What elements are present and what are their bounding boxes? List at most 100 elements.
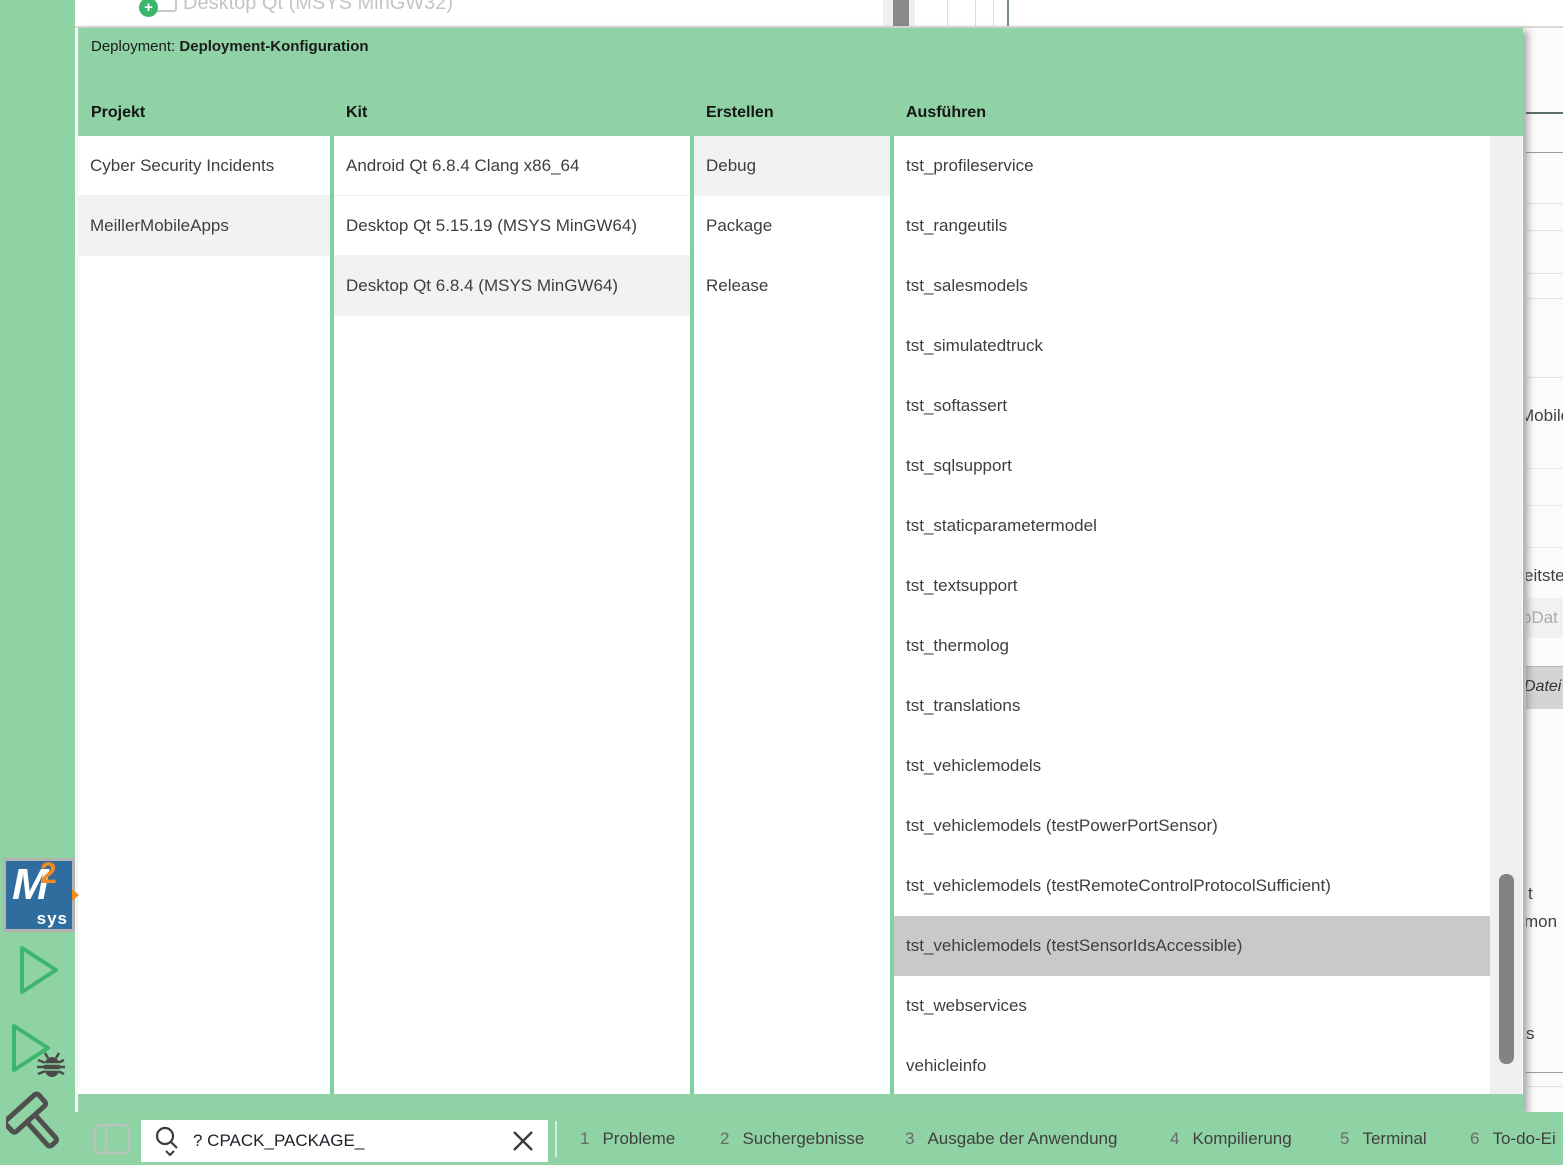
bottom-toolbar: ? CPACK_PACKAGE_ 1 Probleme 2 Suchergebn… bbox=[75, 1112, 1563, 1165]
pane-number: 1 bbox=[580, 1129, 589, 1149]
output-panel-toggle-button[interactable] bbox=[93, 1123, 131, 1160]
pane-number: 2 bbox=[720, 1129, 729, 1149]
logo-arrow-icon bbox=[72, 889, 79, 901]
pane-label: Ausgabe der Anwendung bbox=[927, 1129, 1117, 1149]
output-pane-button-suchergebnisse[interactable]: 2 Suchergebnisse bbox=[720, 1112, 864, 1165]
debug-run-button[interactable] bbox=[0, 1020, 75, 1086]
col-header-erstellen: Erstellen bbox=[706, 104, 774, 122]
m2sys-logo[interactable]: M 2 sys bbox=[3, 858, 75, 932]
pane-label: Kompilierung bbox=[1192, 1129, 1291, 1149]
runconfig-item[interactable]: vehicleinfo bbox=[894, 1036, 1490, 1094]
divider bbox=[975, 0, 976, 26]
kit-column: Android Qt 6.8.4 Clang x86_64 Desktop Qt… bbox=[334, 136, 690, 1094]
divider bbox=[1526, 273, 1563, 274]
pane-number: 6 bbox=[1470, 1129, 1479, 1149]
projekt-column: Cyber Security Incidents MeillerMobileAp… bbox=[78, 136, 330, 1094]
divider bbox=[947, 0, 948, 26]
run-button[interactable] bbox=[0, 940, 75, 1000]
output-pane-button-terminal[interactable]: 5 Terminal bbox=[1340, 1112, 1427, 1165]
runconfig-item[interactable]: tst_salesmodels bbox=[894, 256, 1490, 316]
run-list-scrollbar-thumb[interactable] bbox=[1499, 874, 1514, 1064]
mode-sidebar: M 2 sys bbox=[0, 0, 75, 1165]
runconfig-item[interactable]: tst_vehiclemodels bbox=[894, 736, 1490, 796]
output-pane-button-ausgabe[interactable]: 3 Ausgabe der Anwendung bbox=[905, 1112, 1117, 1165]
projekt-item[interactable]: Cyber Security Incidents bbox=[78, 136, 330, 196]
search-icon[interactable] bbox=[153, 1125, 183, 1157]
erstellen-column: Debug Package Release bbox=[694, 136, 890, 1094]
background-text-fragment: Mobile bbox=[1526, 406, 1563, 426]
output-pane-button-probleme[interactable]: 1 Probleme bbox=[580, 1112, 675, 1165]
background-text-fragment: mon bbox=[1526, 912, 1557, 932]
background-text-fragment: t bbox=[1528, 884, 1533, 904]
logo-two: 2 bbox=[40, 859, 57, 889]
deployment-kit-selector-popup: Deployment: Deployment-Konfiguration Pro… bbox=[78, 27, 1523, 1112]
popup-title: Deployment: Deployment-Konfiguration bbox=[91, 38, 369, 55]
divider bbox=[1526, 298, 1563, 299]
output-pane-button-kompilierung[interactable]: 4 Kompilierung bbox=[1170, 1112, 1292, 1165]
buildconfig-item[interactable]: Release bbox=[694, 256, 890, 316]
hammer-icon bbox=[6, 1090, 70, 1160]
pane-number: 5 bbox=[1340, 1129, 1349, 1149]
pane-label: To-do-Ei bbox=[1492, 1129, 1555, 1149]
close-icon bbox=[510, 1128, 536, 1154]
runconfig-item[interactable]: tst_webservices bbox=[894, 976, 1490, 1036]
device-plus-icon: + bbox=[139, 0, 158, 17]
divider bbox=[1526, 505, 1563, 506]
kit-item[interactable]: Desktop Qt 6.8.4 (MSYS MinGW64) bbox=[334, 256, 690, 316]
background-text-fragment: s bbox=[1526, 1024, 1535, 1044]
divider bbox=[993, 0, 994, 26]
col-header-ausfuehren: Ausführen bbox=[906, 104, 986, 122]
kit-item[interactable]: Android Qt 6.8.4 Clang x86_64 bbox=[334, 136, 690, 196]
close-search-button[interactable] bbox=[510, 1128, 536, 1154]
background-text-fragment: Datei bbox=[1526, 678, 1561, 696]
build-button[interactable] bbox=[0, 1090, 75, 1160]
background-text-fragment: pDat bbox=[1526, 608, 1558, 628]
pane-number: 4 bbox=[1170, 1129, 1179, 1149]
background-right-strip: Mobile eitste pDat Datei t mon s bbox=[1526, 26, 1563, 1112]
output-pane-button-todo[interactable]: 6 To-do-Ei bbox=[1470, 1112, 1556, 1165]
divider bbox=[1526, 468, 1563, 469]
popup-header: Deployment: Deployment-Konfiguration Pro… bbox=[78, 28, 1523, 136]
divider bbox=[555, 1121, 557, 1157]
divider bbox=[1526, 1086, 1563, 1087]
sidebar-toggle-icon bbox=[93, 1123, 131, 1155]
locator-input[interactable]: ? CPACK_PACKAGE_ bbox=[141, 1120, 548, 1162]
runconfig-item[interactable]: tst_simulatedtruck bbox=[894, 316, 1490, 376]
popup-title-label: Deployment: bbox=[91, 38, 175, 55]
window-edge bbox=[1007, 0, 1009, 26]
runconfig-item[interactable]: tst_vehiclemodels (testPowerPortSensor) bbox=[894, 796, 1490, 856]
pane-label: Probleme bbox=[602, 1129, 675, 1149]
play-bug-icon bbox=[6, 1020, 70, 1086]
play-icon bbox=[14, 940, 62, 1000]
pane-label: Terminal bbox=[1362, 1129, 1426, 1149]
pane-number: 3 bbox=[905, 1129, 914, 1149]
divider bbox=[1526, 203, 1563, 204]
locator-text: ? CPACK_PACKAGE_ bbox=[193, 1131, 510, 1151]
ausfuehren-column: tst_profileservice tst_rangeutils tst_sa… bbox=[894, 136, 1490, 1094]
kit-item[interactable]: Desktop Qt 5.15.19 (MSYS MinGW64) bbox=[334, 196, 690, 256]
runconfig-item[interactable]: tst_vehiclemodels (testRemoteControlProt… bbox=[894, 856, 1490, 916]
runconfig-item[interactable]: tst_thermolog bbox=[894, 616, 1490, 676]
divider bbox=[1526, 112, 1563, 114]
runconfig-item[interactable]: tst_sqlsupport bbox=[894, 436, 1490, 496]
col-header-projekt: Projekt bbox=[91, 104, 145, 122]
projekt-item[interactable]: MeillerMobileApps bbox=[78, 196, 330, 256]
run-list-scrollbar-track[interactable] bbox=[1490, 136, 1522, 1094]
background-top-strip: + Desktop Qt (MSYS MinGW32) bbox=[75, 0, 1563, 28]
logo-sys: sys bbox=[37, 910, 68, 927]
runconfig-item[interactable]: tst_staticparametermodel bbox=[894, 496, 1490, 556]
divider bbox=[1526, 230, 1563, 231]
runconfig-item-selected[interactable]: tst_vehiclemodels (testSensorIdsAccessib… bbox=[894, 916, 1490, 976]
runconfig-item[interactable]: tst_rangeutils bbox=[894, 196, 1490, 256]
buildconfig-item[interactable]: Package bbox=[694, 196, 890, 256]
runconfig-item[interactable]: tst_textsupport bbox=[894, 556, 1490, 616]
popup-footer bbox=[78, 1094, 1523, 1112]
runconfig-item[interactable]: tst_softassert bbox=[894, 376, 1490, 436]
divider bbox=[1526, 377, 1563, 378]
buildconfig-item[interactable]: Debug bbox=[694, 136, 890, 196]
runconfig-item[interactable]: tst_profileservice bbox=[894, 136, 1490, 196]
runconfig-item[interactable]: tst_translations bbox=[894, 676, 1490, 736]
popup-title-value: Deployment-Konfiguration bbox=[179, 38, 368, 55]
background-scrollbar-thumb[interactable] bbox=[893, 0, 909, 26]
divider bbox=[1526, 1072, 1563, 1073]
